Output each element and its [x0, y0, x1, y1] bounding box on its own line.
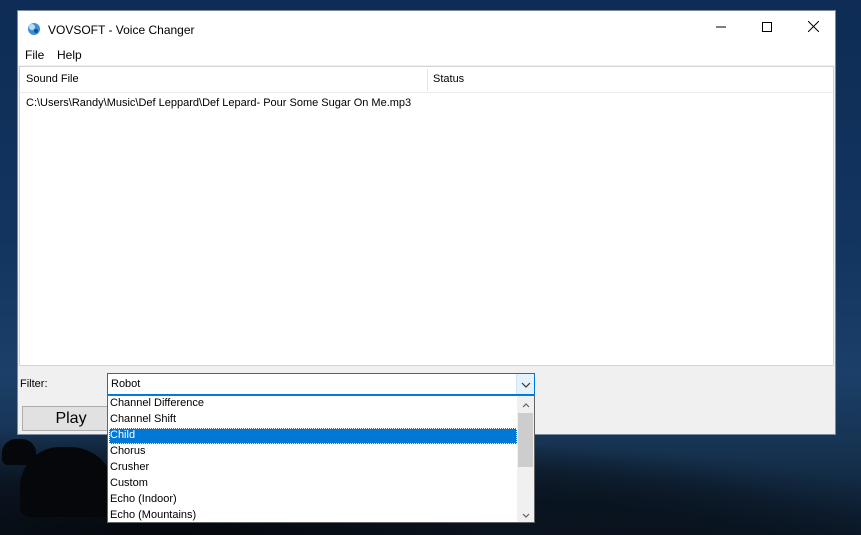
filter-selected-value: Robot: [111, 378, 141, 390]
minimize-icon: [716, 21, 726, 35]
play-button[interactable]: Play: [22, 406, 120, 431]
column-divider[interactable]: [427, 69, 428, 91]
dropdown-option[interactable]: Crusher: [109, 460, 517, 476]
minimize-button[interactable]: [698, 11, 744, 45]
app-window: VOVSOFT - Voice Changer File Help Sound …: [17, 10, 836, 435]
dropdown-option-highlighted[interactable]: Child: [109, 428, 517, 444]
dropdown-option[interactable]: Custom: [109, 476, 517, 492]
dropdown-option[interactable]: Channel Difference: [109, 396, 517, 412]
filter-dropdown-list[interactable]: Channel Difference Channel Shift Child C…: [107, 395, 535, 523]
dropdown-scrollbar[interactable]: [517, 396, 534, 522]
filter-dropdown-button[interactable]: [516, 374, 534, 394]
scroll-down-icon: [522, 507, 530, 521]
menu-file[interactable]: File: [25, 48, 44, 62]
voice-changer-app-icon: [27, 22, 41, 36]
dropdown-option[interactable]: Chorus: [109, 444, 517, 460]
column-header-status[interactable]: Status: [433, 73, 464, 85]
maximize-icon: [762, 21, 772, 35]
list-item-sound-file: C:\Users\Randy\Music\Def Leppard\Def Lep…: [26, 97, 412, 109]
close-button[interactable]: [790, 11, 836, 45]
dropdown-option[interactable]: Echo (Indoor): [109, 492, 517, 508]
list-header: Sound File Status: [20, 67, 833, 93]
dropdown-option[interactable]: Channel Shift: [109, 412, 517, 428]
dropdown-option[interactable]: Echo (Mountains): [109, 508, 517, 522]
chevron-down-icon: [521, 377, 531, 391]
menu-bar: File Help: [18, 45, 835, 65]
title-bar[interactable]: VOVSOFT - Voice Changer: [18, 11, 835, 45]
filter-combobox[interactable]: Robot: [107, 373, 535, 395]
close-icon: [807, 20, 819, 35]
maximize-button[interactable]: [744, 11, 790, 45]
scroll-up-button[interactable]: [517, 396, 534, 412]
window-title: VOVSOFT - Voice Changer: [48, 23, 195, 37]
sound-file-list[interactable]: Sound File Status C:\Users\Randy\Music\D…: [19, 66, 834, 366]
scroll-up-icon: [522, 397, 530, 411]
column-header-sound-file[interactable]: Sound File: [26, 73, 79, 85]
list-item[interactable]: C:\Users\Randy\Music\Def Leppard\Def Lep…: [26, 97, 411, 109]
filter-label: Filter:: [20, 378, 48, 390]
scroll-thumb[interactable]: [518, 413, 533, 467]
menu-help[interactable]: Help: [57, 48, 82, 62]
scroll-down-button[interactable]: [517, 506, 534, 522]
